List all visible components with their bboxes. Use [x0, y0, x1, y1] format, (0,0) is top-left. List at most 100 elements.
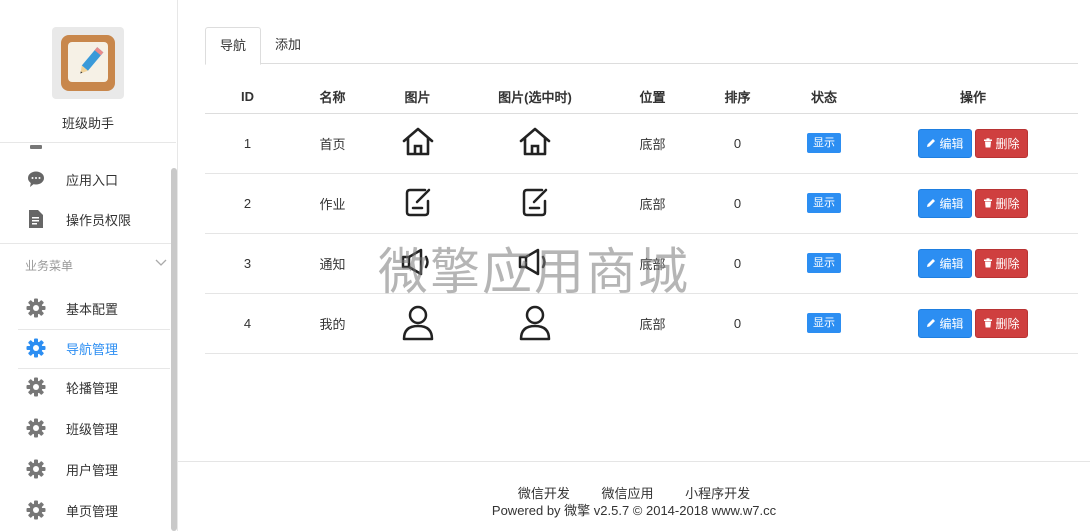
cell-sort: 0: [695, 293, 780, 354]
cell-status: 显示: [780, 113, 868, 174]
chat-icon: [26, 169, 46, 189]
user-icon: [401, 305, 435, 344]
user-icon: [518, 305, 552, 344]
cell-image: [375, 173, 460, 234]
pencil-icon: [927, 199, 936, 207]
table-header-row: ID 名称 图片 图片(选中时) 位置 排序 状态 操作: [205, 81, 1078, 114]
gear-icon: [26, 459, 46, 479]
status-badge: 显示: [807, 193, 841, 213]
edit-button-label: 编辑: [939, 136, 964, 151]
sidebar-item-class-management[interactable]: 班级管理: [0, 408, 170, 448]
gear-icon: [26, 377, 46, 397]
sidebar-item-label: 操作员权限: [66, 212, 132, 228]
delete-button[interactable]: 删除: [974, 308, 1028, 338]
table-row: 3 通知 底部 0 显示 编辑 删除: [205, 233, 1078, 294]
sidebar-item-app-entry[interactable]: 应用入口: [0, 159, 170, 199]
edit-button[interactable]: 编辑: [918, 308, 972, 338]
nav-table: ID 名称 图片 图片(选中时) 位置 排序 状态 操作 1 首页 底部 0 显…: [205, 81, 1078, 354]
sidebar-item-page-management[interactable]: 单页管理: [0, 490, 170, 530]
home-icon: [518, 127, 552, 161]
sidebar-item-operator-permissions[interactable]: 操作员权限: [0, 199, 170, 239]
cell-name: 我的: [290, 293, 375, 354]
sidebar-item-nav-management[interactable]: 导航管理: [0, 328, 170, 368]
speaker-icon: [517, 248, 553, 281]
delete-button-label: 删除: [995, 136, 1020, 151]
sidebar-item-label: 应用入口: [66, 172, 119, 188]
table-row: 2 作业 底部 0 显示 编辑 删除: [205, 173, 1078, 234]
col-header-id: ID: [205, 81, 290, 114]
pencil-icon: [927, 259, 936, 267]
cell-image-selected: [460, 173, 610, 234]
table-row: 1 首页 底部 0 显示 编辑 删除: [205, 113, 1078, 174]
cell-actions: 编辑 删除: [868, 173, 1078, 234]
cell-id: 1: [205, 113, 290, 174]
col-header-actions: 操作: [868, 81, 1078, 114]
divider: [0, 243, 176, 244]
pencil-icon: [927, 319, 936, 327]
cell-name: 通知: [290, 233, 375, 294]
edit-button-label: 编辑: [939, 256, 964, 271]
cell-status: 显示: [780, 173, 868, 234]
sidebar-item-user-management[interactable]: 用户管理: [0, 449, 170, 489]
edit-button[interactable]: 编辑: [918, 248, 972, 278]
cell-name: 作业: [290, 173, 375, 234]
col-header-name: 名称: [290, 81, 375, 114]
footer-copyright: Powered by 微擎 v2.5.7 © 2014-2018 www.w7.…: [491, 503, 777, 518]
edit-button[interactable]: 编辑: [918, 128, 972, 158]
cell-position: 底部: [610, 113, 695, 174]
cell-id: 3: [205, 233, 290, 294]
cell-id: 2: [205, 173, 290, 234]
cell-image-selected: [460, 113, 610, 174]
sidebar-item-label: 导航管理: [66, 341, 119, 357]
edit-button-label: 编辑: [939, 316, 964, 331]
table-row: 4 我的 底部 0 显示 编辑 删除: [205, 293, 1078, 354]
footer-divider: [178, 461, 1090, 462]
sidebar-item-label: 用户管理: [66, 462, 119, 478]
sidebar-item-carousel-management[interactable]: 轮播管理: [0, 367, 170, 407]
cell-position: 底部: [610, 233, 695, 294]
cell-actions: 编辑 删除: [868, 233, 1078, 294]
cell-sort: 0: [695, 173, 780, 234]
delete-button-label: 删除: [995, 196, 1020, 211]
cell-name: 首页: [290, 113, 375, 174]
delete-button[interactable]: 删除: [974, 128, 1028, 158]
tab-add[interactable]: 添加: [261, 27, 315, 64]
col-header-status: 状态: [780, 81, 868, 114]
cell-image: [375, 293, 460, 354]
delete-button-label: 删除: [995, 316, 1020, 331]
delete-button[interactable]: 删除: [974, 188, 1028, 218]
trash-icon: [983, 138, 992, 148]
sidebar-item-label: 基本配置: [66, 301, 119, 317]
sidebar-item-label: 单页管理: [66, 503, 119, 519]
edit-button[interactable]: 编辑: [918, 188, 972, 218]
cell-id: 4: [205, 293, 290, 354]
tab-nav[interactable]: 导航: [205, 27, 262, 65]
gear-icon: [26, 298, 46, 318]
status-badge: 显示: [807, 313, 841, 333]
trash-icon: [983, 258, 992, 268]
sidebar-item-label: 班级管理: [66, 421, 119, 437]
chevron-down-icon[interactable]: [155, 255, 167, 270]
sidebar-item-label: 轮播管理: [66, 380, 119, 396]
cell-image: [375, 233, 460, 294]
sidebar-scrollbar[interactable]: [171, 168, 177, 531]
trash-icon: [983, 318, 992, 328]
section-title: 业务菜单: [25, 259, 74, 273]
gear-icon: [26, 338, 46, 358]
cell-status: 显示: [780, 293, 868, 354]
cell-position: 底部: [610, 293, 695, 354]
trash-icon: [983, 198, 992, 208]
tab-bar: 导航 添加: [205, 27, 1078, 65]
footer-link-miniprogram-dev[interactable]: 小程序开发: [685, 486, 750, 501]
col-header-sort: 排序: [695, 81, 780, 114]
gear-icon: [26, 418, 46, 438]
footer-link-wechat-dev[interactable]: 微信开发: [518, 486, 570, 501]
footer-link-wechat-apps[interactable]: 微信应用: [601, 486, 653, 501]
partial-menu-icon: [30, 145, 42, 149]
cell-image: [375, 113, 460, 174]
cell-position: 底部: [610, 173, 695, 234]
divider: [0, 142, 176, 143]
sidebar-item-basic-config[interactable]: 基本配置: [0, 288, 170, 328]
cell-sort: 0: [695, 233, 780, 294]
delete-button[interactable]: 删除: [974, 248, 1028, 278]
